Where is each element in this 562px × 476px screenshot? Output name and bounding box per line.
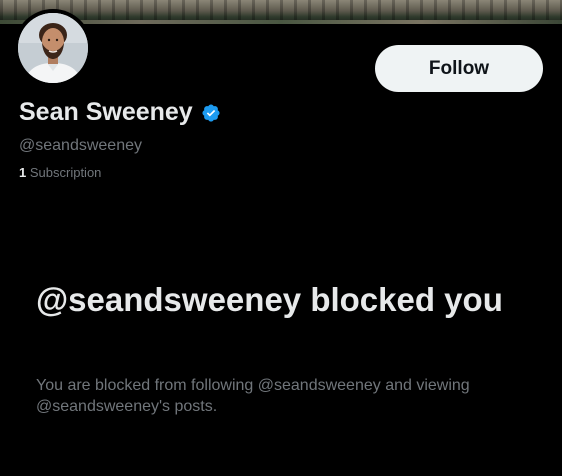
handle: @seandsweeney [19, 137, 142, 154]
follow-button[interactable]: Follow [375, 45, 543, 92]
blocked-description: You are blocked from following @seandswe… [36, 377, 470, 415]
banner-detail [0, 20, 562, 24]
subscriptions-link[interactable]: 1 Subscription [19, 165, 101, 180]
verified-badge-icon[interactable] [201, 103, 221, 123]
avatar[interactable] [18, 13, 88, 83]
subscriptions-label: Subscription [29, 165, 102, 180]
blocked-title: @seandsweeney blocked you [36, 281, 503, 318]
display-name: Sean Sweeney [19, 98, 193, 126]
avatar-portrait-icon [18, 13, 88, 83]
name-row: Sean Sweeney [19, 98, 221, 127]
profile-banner[interactable] [0, 0, 562, 24]
subscriptions-count: 1 [19, 165, 27, 180]
